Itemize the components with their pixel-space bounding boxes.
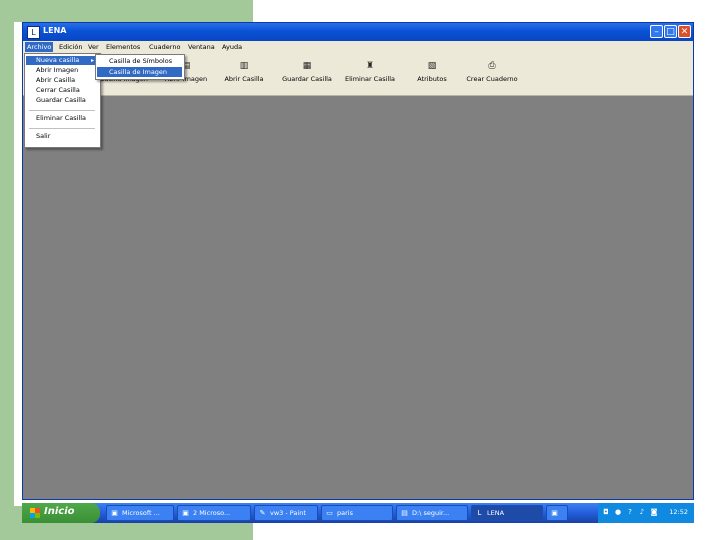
- guardar-casilla-button[interactable]: ▦ Guardar Casilla: [272, 61, 342, 83]
- abrir-casilla-button[interactable]: ▥ Abrir Casilla: [209, 61, 279, 83]
- menu-bar: Archivo Edición Ver Elementos Cuaderno V…: [23, 41, 693, 53]
- app-window: L LENA – □ ✕ Archivo Edición Ver Element…: [22, 22, 694, 500]
- taskbar-item-seguir[interactable]: ▤ D:\ seguir...: [396, 505, 468, 521]
- menu-item-abrir-imagen[interactable]: Abrir Imagen: [26, 66, 98, 75]
- menu-elementos[interactable]: Elementos: [104, 42, 142, 52]
- menu-cuaderno[interactable]: Cuaderno: [147, 42, 182, 52]
- start-button[interactable]: Inicio: [22, 503, 100, 523]
- folder-icon: ▭: [326, 509, 333, 517]
- menu-item-nueva-casilla[interactable]: Nueva casilla ▸: [26, 56, 98, 65]
- menu-ayuda[interactable]: Ayuda: [220, 42, 244, 52]
- taskbar-item-microsoft[interactable]: ▣ Microsoft ...: [106, 505, 174, 521]
- taskbar-item-lena[interactable]: L LENA: [471, 505, 543, 521]
- menu-archivo[interactable]: Archivo: [25, 42, 54, 52]
- title-bar[interactable]: L LENA – □ ✕: [23, 23, 693, 41]
- window-title: LENA: [43, 26, 67, 35]
- network-icon[interactable]: ◘: [602, 508, 610, 517]
- close-icon[interactable]: ✕: [678, 25, 691, 38]
- menu-ventana[interactable]: Ventana: [186, 42, 217, 52]
- help-icon[interactable]: ?: [626, 508, 634, 517]
- window-icon: ▣: [111, 509, 118, 517]
- taskbar-item-microsoft-group[interactable]: ▣ 2 Microso...: [177, 505, 251, 521]
- menu-separator: [29, 128, 95, 129]
- windows-logo-icon: [30, 508, 40, 518]
- clock: 12:52: [669, 508, 688, 516]
- shield-icon[interactable]: ●: [614, 508, 622, 517]
- trash-icon: ♜: [365, 61, 375, 71]
- open-icon: ▥: [239, 61, 249, 71]
- attributes-icon: ▧: [427, 61, 437, 71]
- monitor-icon[interactable]: ◙: [650, 508, 658, 517]
- window-icon: ▣: [551, 509, 558, 517]
- workspace-area[interactable]: [23, 96, 693, 499]
- nueva-casilla-submenu: Casilla de Símbolos Casilla de Imagen: [95, 54, 185, 80]
- submenu-item-casilla-imagen[interactable]: Casilla de Imagen: [97, 67, 182, 77]
- menu-item-eliminar-casilla[interactable]: Eliminar Casilla: [26, 114, 98, 123]
- submenu-arrow-icon: ▸: [90, 57, 94, 64]
- app-icon[interactable]: L: [27, 26, 40, 39]
- paint-icon: ✎: [259, 509, 266, 517]
- menu-edicion[interactable]: Edición: [57, 42, 85, 52]
- printer-icon: ⎙: [488, 61, 496, 71]
- app-icon: L: [477, 509, 482, 517]
- taskbar-item-folder[interactable]: ▭ paris: [321, 505, 393, 521]
- menu-item-guardar-casilla[interactable]: Guardar Casilla: [26, 96, 98, 105]
- menu-item-abrir-casilla[interactable]: Abrir Casilla: [26, 76, 98, 85]
- taskbar-item-extra[interactable]: ▣: [546, 505, 568, 521]
- archivo-dropdown: Nueva casilla ▸ Abrir Imagen Abrir Casil…: [24, 53, 101, 148]
- menu-ver[interactable]: Ver: [86, 42, 101, 52]
- system-tray: ◘ ● ? ♪ ◙ 12:52: [598, 503, 694, 523]
- maximize-icon[interactable]: □: [664, 25, 677, 38]
- save-icon: ▦: [302, 61, 312, 71]
- window-icon: ▣: [182, 509, 189, 517]
- taskbar-item-paint[interactable]: ✎ vw3 - Paint: [254, 505, 318, 521]
- taskbar: Inicio ▣ Microsoft ... ▣ 2 Microso... ✎ …: [22, 503, 694, 523]
- volume-icon[interactable]: ♪: [638, 508, 646, 517]
- document-icon: ▤: [401, 509, 408, 517]
- menu-item-salir[interactable]: Salir: [26, 132, 98, 141]
- crear-cuaderno-button[interactable]: ⎙ Crear Cuaderno: [457, 61, 527, 83]
- eliminar-casilla-button[interactable]: ♜ Eliminar Casilla: [335, 61, 405, 83]
- menu-separator: [29, 110, 95, 111]
- submenu-item-casilla-simbolos[interactable]: Casilla de Símbolos: [97, 56, 182, 66]
- menu-item-cerrar-casilla[interactable]: Cerrar Casilla: [26, 86, 98, 95]
- minimize-icon[interactable]: –: [650, 25, 663, 38]
